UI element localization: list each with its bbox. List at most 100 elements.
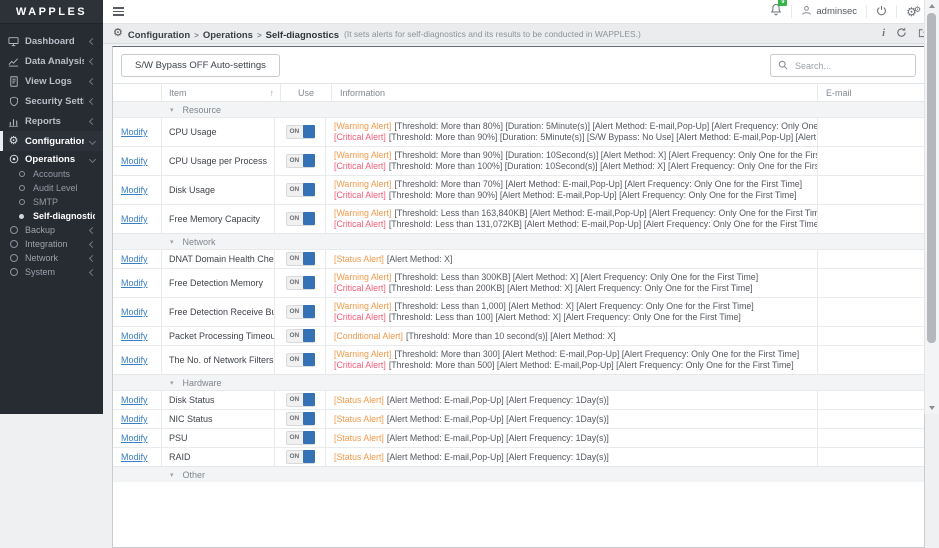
use-toggle[interactable]: ON	[286, 212, 315, 226]
email-cell	[818, 118, 924, 146]
sidebar-item-operations[interactable]: Operations	[0, 151, 103, 167]
vertical-scrollbar[interactable]	[924, 0, 939, 414]
breadcrumb-segment-self-diagnostics[interactable]: Self-diagnostics	[266, 30, 339, 41]
dot-icon	[16, 199, 27, 205]
sidebar-item-security-settings[interactable]: Security Settings	[0, 91, 103, 111]
use-toggle[interactable]: ON	[286, 353, 315, 367]
item-label: Packet Processing Timeout	[169, 331, 275, 341]
modify-link[interactable]: Modify	[121, 307, 148, 317]
modify-link[interactable]: Modify	[121, 395, 148, 405]
use-toggle[interactable]: ON	[286, 393, 315, 407]
item-cell: DNAT Domain Health Check	[162, 250, 275, 268]
sidebar-item-accounts[interactable]: Accounts	[0, 167, 103, 181]
use-cell: ON	[275, 205, 326, 233]
alert-tag: [Critical Alert]	[334, 190, 386, 200]
refresh-icon[interactable]	[896, 25, 907, 43]
information-line: [Warning Alert][Threshold: More than 70%…	[334, 179, 802, 190]
chevron-left-icon	[89, 117, 96, 124]
sidebar-item-configuration[interactable]: ⚙Configuration	[0, 131, 103, 151]
item-cell: Free Detection Memory	[162, 269, 275, 297]
use-toggle[interactable]: ON	[286, 252, 315, 266]
scroll-down-arrow[interactable]	[929, 406, 935, 410]
modify-link[interactable]: Modify	[121, 331, 148, 341]
use-cell: ON	[275, 269, 326, 297]
scrollbar-thumb[interactable]	[927, 13, 936, 343]
sidebar-item-smtp[interactable]: SMTP	[0, 195, 103, 209]
sidebar-item-data-analysis[interactable]: Data Analysis	[0, 51, 103, 71]
use-cell: ON	[275, 147, 326, 175]
logout-button[interactable]	[876, 3, 887, 21]
information-cell: [Warning Alert][Threshold: More than 300…	[326, 346, 818, 374]
use-cell: ON	[275, 410, 326, 428]
use-toggle[interactable]: ON	[286, 329, 315, 343]
search-input[interactable]	[793, 60, 908, 72]
use-toggle[interactable]: ON	[286, 412, 315, 426]
modify-link[interactable]: Modify	[121, 127, 148, 137]
alert-detail: [Alert Method: E-mail,Pop-Up] [Alert Fre…	[387, 395, 609, 405]
modify-link[interactable]: Modify	[121, 185, 148, 195]
sort-ascending-icon[interactable]: ↑	[270, 88, 275, 98]
sidebar-item-view-logs[interactable]: View Logs	[0, 71, 103, 91]
toggle-on-label: ON	[290, 186, 300, 193]
collapse-caret-icon: ▾	[170, 238, 174, 246]
user-icon	[801, 5, 812, 19]
use-toggle[interactable]: ON	[286, 183, 315, 197]
sidebar-item-self-diagnostics[interactable]: Self-diagnostics	[0, 209, 103, 223]
toggle-knob	[303, 276, 315, 289]
breadcrumb-segment-operations[interactable]: Operations	[203, 30, 253, 41]
sidebar-item-integration[interactable]: Integration	[0, 237, 103, 251]
hamburger-menu-icon[interactable]	[113, 5, 124, 18]
modify-link[interactable]: Modify	[121, 355, 148, 365]
alert-tag: [Status Alert]	[334, 414, 384, 424]
scroll-up-arrow[interactable]	[929, 4, 935, 8]
use-toggle[interactable]: ON	[286, 450, 315, 464]
modify-link[interactable]: Modify	[121, 433, 148, 443]
toggle-on-label: ON	[290, 215, 300, 222]
use-toggle[interactable]: ON	[286, 154, 315, 168]
sidebar-item-label: Self-diagnostics	[33, 211, 95, 221]
topbar: 9 adminsec ⚙⚙	[103, 0, 939, 24]
use-toggle[interactable]: ON	[286, 431, 315, 445]
alert-detail: [Threshold: More than 90%] [Duration: 10…	[394, 150, 818, 160]
info-icon[interactable]: i	[882, 28, 885, 39]
alert-detail: [Threshold: More than 70%] [Alert Method…	[394, 179, 802, 189]
search-box[interactable]	[770, 54, 916, 77]
modify-link[interactable]: Modify	[121, 254, 148, 264]
circle-icon	[8, 254, 19, 262]
settings-button[interactable]: ⚙⚙	[906, 6, 921, 18]
item-cell: The No. of Network Filters	[162, 346, 275, 374]
modify-link[interactable]: Modify	[121, 278, 148, 288]
use-toggle[interactable]: ON	[286, 125, 315, 139]
group-row-hardware[interactable]: ▾Hardware	[113, 374, 924, 390]
information-lines: [Warning Alert][Threshold: More than 90%…	[334, 147, 818, 175]
information-line: [Status Alert][Alert Method: E-mail,Pop-…	[334, 433, 609, 444]
sidebar-item-audit-level[interactable]: Audit Level	[0, 181, 103, 195]
sw-bypass-off-auto-settings-button[interactable]: S/W Bypass OFF Auto-settings	[121, 54, 280, 77]
toggle-knob	[303, 431, 315, 444]
group-row-other[interactable]: ▾Other	[113, 466, 924, 482]
modify-link[interactable]: Modify	[121, 414, 148, 424]
breadcrumb-segment-configuration[interactable]: Configuration	[128, 30, 190, 41]
toggle-on-label: ON	[290, 308, 300, 315]
sidebar-item-label: System	[25, 267, 55, 277]
header-item[interactable]: Item ↑	[162, 84, 281, 101]
information-line: [Warning Alert][Threshold: Less than 1,0…	[334, 301, 754, 312]
sidebar-item-backup[interactable]: Backup	[0, 223, 103, 237]
information-line: [Warning Alert][Threshold: Less than 163…	[334, 208, 818, 219]
item-cell: CPU Usage	[162, 118, 275, 146]
group-row-resource[interactable]: ▾Resource	[113, 101, 924, 117]
user-menu[interactable]: adminsec	[801, 5, 857, 19]
breadcrumb-separator: >	[257, 31, 262, 40]
modify-link[interactable]: Modify	[121, 214, 148, 224]
sidebar-item-network[interactable]: Network	[0, 251, 103, 265]
sidebar-item-system[interactable]: System	[0, 265, 103, 279]
sidebar-item-dashboard[interactable]: Dashboard	[0, 31, 103, 51]
notifications-button[interactable]: 9	[770, 3, 782, 21]
use-toggle[interactable]: ON	[286, 305, 315, 319]
group-row-network[interactable]: ▾Network	[113, 233, 924, 249]
sidebar-item-reports[interactable]: Reports	[0, 111, 103, 131]
use-toggle[interactable]: ON	[286, 276, 315, 290]
modify-link[interactable]: Modify	[121, 452, 148, 462]
modify-link[interactable]: Modify	[121, 156, 148, 166]
modify-cell: Modify	[113, 176, 162, 204]
